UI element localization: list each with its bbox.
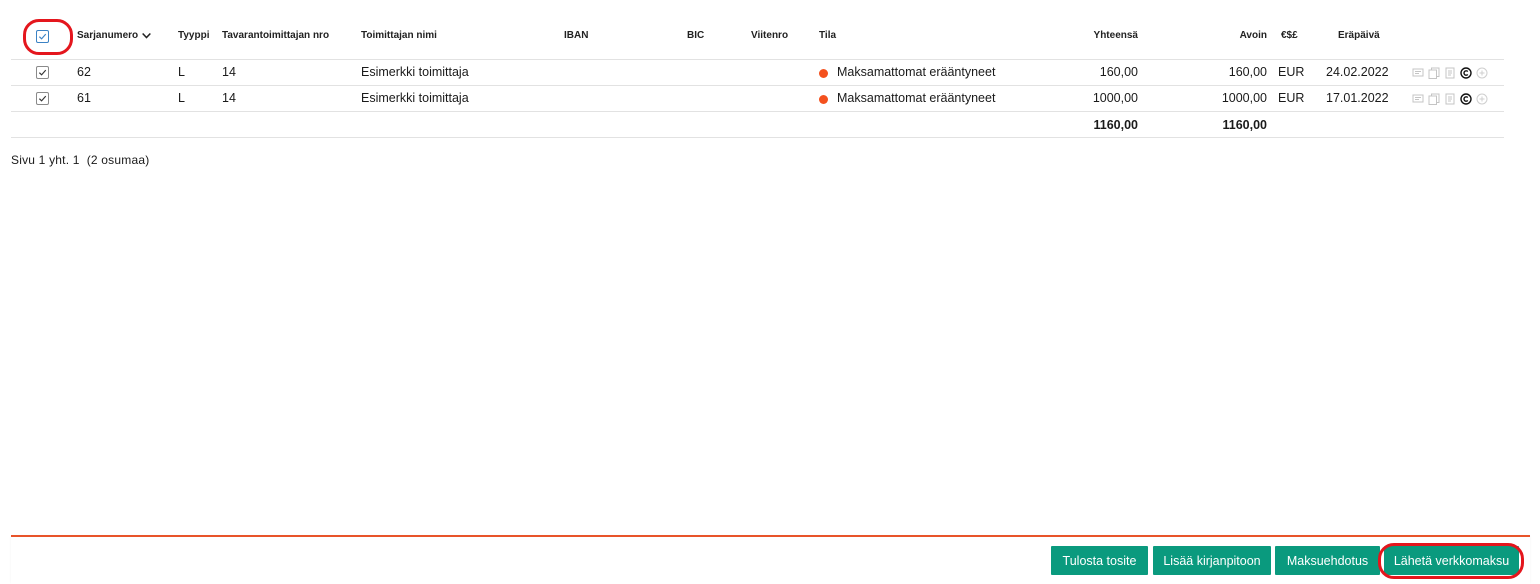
row-checkbox[interactable] (36, 92, 49, 105)
cell-open: 1000,00 (1221, 91, 1267, 105)
row-divider (11, 85, 1504, 86)
cell-supplier-no: 14 (222, 65, 236, 79)
status-dot (819, 95, 828, 104)
print-voucher-button[interactable]: Tulosta tosite (1051, 546, 1148, 575)
column-header-serial-label: Sarjanumero (77, 30, 139, 41)
cell-total: 160,00 (1099, 65, 1138, 79)
row-actions (1412, 92, 1488, 106)
document-icon[interactable] (1444, 67, 1456, 79)
column-header-iban[interactable]: IBAN (564, 30, 588, 41)
row-actions (1412, 66, 1488, 80)
cell-status: Maksamattomat erääntyneet (837, 65, 996, 79)
open-sum: 1160,00 (1222, 118, 1268, 132)
plus-circle-icon[interactable] (1476, 67, 1488, 79)
document-icon[interactable] (1444, 93, 1456, 105)
cell-serial[interactable]: 61 (77, 91, 91, 105)
highlight-ring-send-payment (1378, 543, 1524, 579)
copy-icon[interactable] (1428, 93, 1440, 105)
pagination-info: Sivu 1 yht. 1 (2 osumaa) (11, 153, 150, 167)
column-header-supplier-no[interactable]: Tavarantoimittajan nro (222, 30, 329, 41)
copyright-icon[interactable] (1460, 93, 1472, 105)
cell-type: L (178, 91, 185, 105)
highlight-ring-select-all (23, 19, 73, 55)
footer-separator (11, 535, 1530, 537)
row-checkbox[interactable] (36, 66, 49, 79)
column-header-total[interactable]: Yhteensä (1038, 30, 1138, 41)
copyright-icon[interactable] (1460, 67, 1472, 79)
copy-icon[interactable] (1428, 67, 1440, 79)
cell-currency: EUR (1278, 91, 1305, 105)
cell-supplier-no: 14 (222, 91, 236, 105)
cell-due-date: 24.02.2022 (1326, 65, 1389, 79)
check-icon (38, 69, 47, 76)
totals-divider (11, 137, 1504, 138)
comment-icon[interactable] (1412, 67, 1424, 79)
cell-type: L (178, 65, 185, 79)
header-divider (11, 59, 1504, 60)
column-header-serial[interactable]: Sarjanumero (77, 30, 152, 41)
status-dot (819, 69, 828, 78)
cell-currency: EUR (1278, 65, 1305, 79)
plus-circle-icon[interactable] (1476, 93, 1488, 105)
cell-total: 1000,00 (1092, 91, 1138, 105)
cell-serial[interactable]: 62 (77, 65, 91, 79)
cell-supplier-name[interactable]: Esimerkki toimittaja (361, 65, 469, 79)
column-header-currency[interactable]: €$£ (1281, 30, 1298, 41)
column-header-open[interactable]: Avoin (1166, 30, 1267, 41)
column-header-type[interactable]: Tyyppi (178, 30, 209, 41)
column-header-bic[interactable]: BIC (687, 30, 704, 41)
column-header-status[interactable]: Tila (819, 30, 836, 41)
column-header-supplier-name[interactable]: Toimittajan nimi (361, 30, 437, 41)
cell-due-date: 17.01.2022 (1326, 91, 1389, 105)
row-divider (11, 111, 1504, 112)
comment-icon[interactable] (1412, 93, 1424, 105)
payment-proposal-button[interactable]: Maksuehdotus (1275, 546, 1380, 575)
column-header-due-date[interactable]: Eräpäivä (1338, 30, 1380, 41)
add-to-ledger-button[interactable]: Lisää kirjanpitoon (1153, 546, 1271, 575)
cell-status: Maksamattomat erääntyneet (837, 91, 996, 105)
cell-supplier-name[interactable]: Esimerkki toimittaja (361, 91, 469, 105)
total-sum: 1160,00 (1093, 118, 1139, 132)
column-header-reference[interactable]: Viitenro (751, 30, 788, 41)
cell-open: 160,00 (1228, 65, 1267, 79)
check-icon (38, 95, 47, 102)
chevron-down-icon[interactable] (141, 30, 152, 41)
